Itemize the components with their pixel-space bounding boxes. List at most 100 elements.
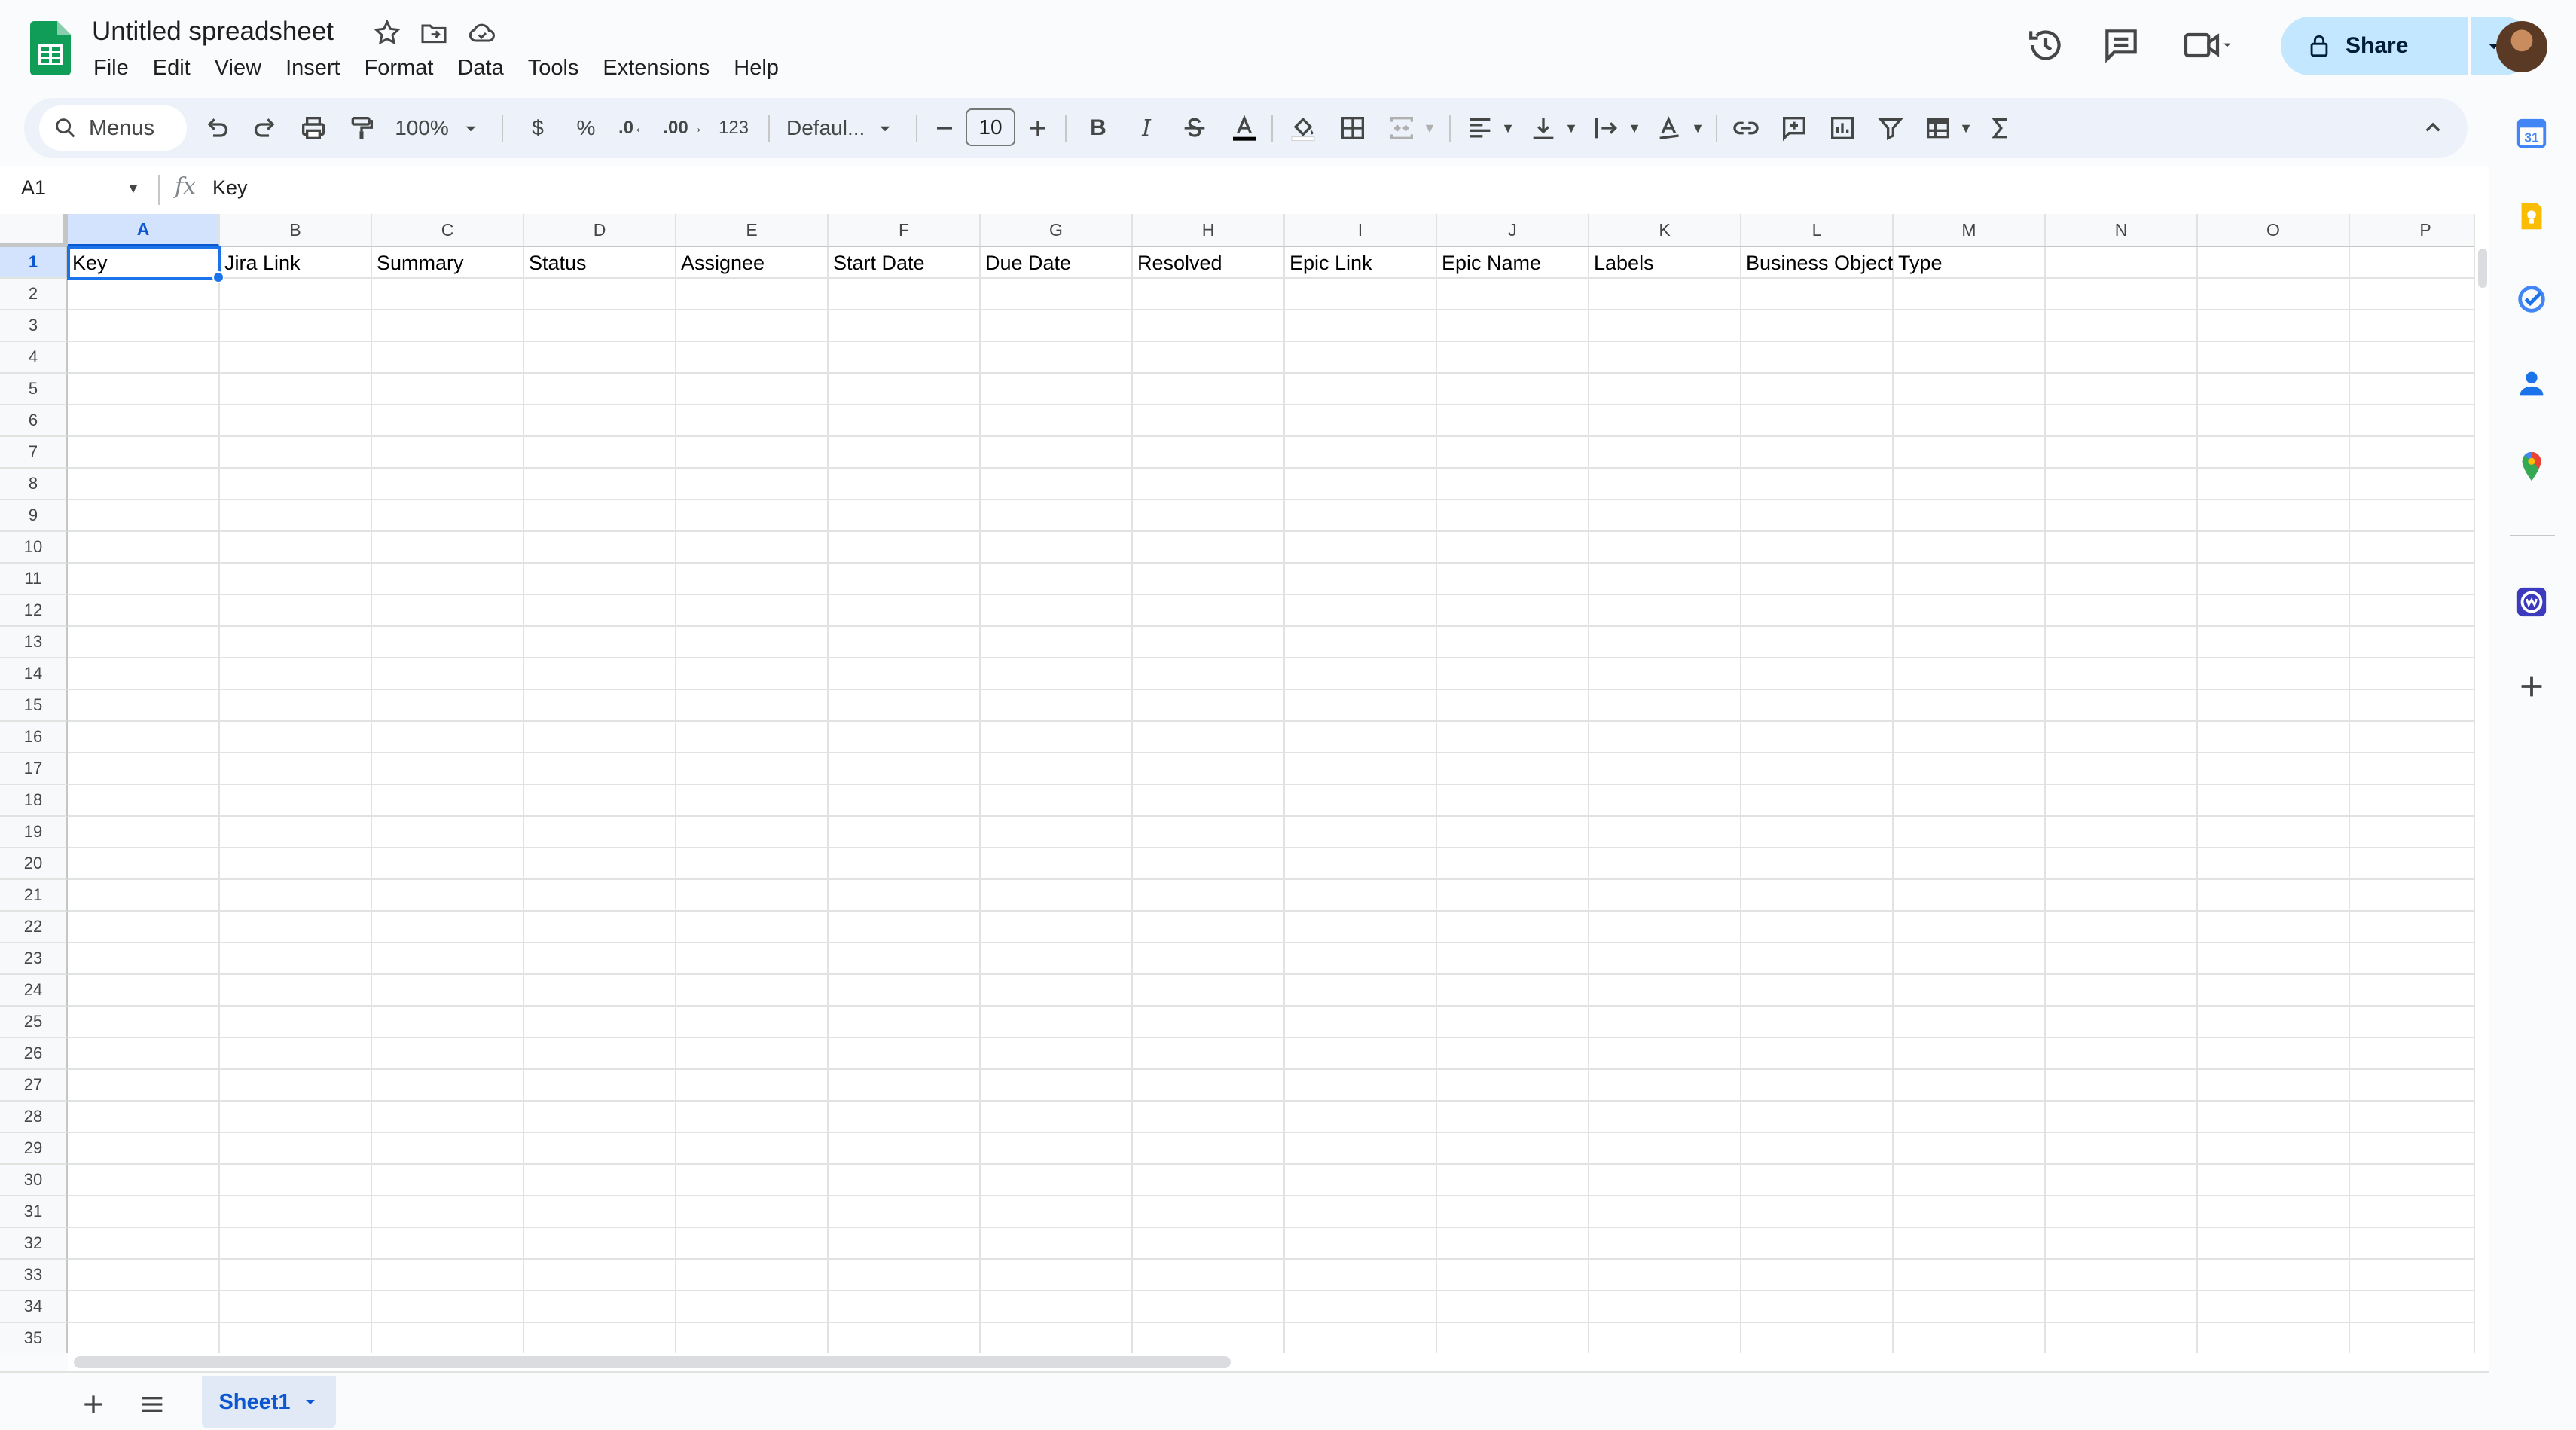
- cell[interactable]: [220, 1196, 372, 1228]
- cell[interactable]: [676, 595, 829, 627]
- cell[interactable]: [1589, 912, 1741, 943]
- cell[interactable]: [220, 880, 372, 912]
- cell[interactable]: [1437, 437, 1589, 469]
- cell[interactable]: [1437, 943, 1589, 975]
- row-header[interactable]: 4: [0, 342, 68, 374]
- cell[interactable]: [829, 880, 981, 912]
- cell[interactable]: [220, 469, 372, 500]
- cell[interactable]: [68, 658, 220, 690]
- cell[interactable]: [220, 595, 372, 627]
- cell[interactable]: [2350, 975, 2474, 1007]
- cell[interactable]: [372, 374, 524, 405]
- cell[interactable]: [220, 658, 372, 690]
- menu-file[interactable]: File: [81, 53, 141, 86]
- cell[interactable]: [2350, 627, 2474, 658]
- name-box[interactable]: A1: [21, 176, 46, 200]
- row-header[interactable]: 33: [0, 1260, 68, 1291]
- merge-cells-button[interactable]: ▼: [1383, 112, 1440, 145]
- cell[interactable]: [220, 848, 372, 880]
- cell[interactable]: [1437, 279, 1589, 310]
- cell[interactable]: [1589, 627, 1741, 658]
- cell[interactable]: [1437, 1228, 1589, 1260]
- cell[interactable]: [981, 690, 1133, 722]
- functions-button[interactable]: [1982, 112, 2019, 145]
- sheet-caret-icon[interactable]: [301, 1393, 319, 1411]
- cell[interactable]: [1741, 817, 1894, 848]
- cell[interactable]: [372, 342, 524, 374]
- cell[interactable]: [1894, 564, 2046, 595]
- cell[interactable]: [829, 1228, 981, 1260]
- column-header[interactable]: H: [1133, 214, 1285, 247]
- cell[interactable]: [1437, 1196, 1589, 1228]
- cell[interactable]: [220, 722, 372, 753]
- cell[interactable]: [1285, 405, 1437, 437]
- cell[interactable]: [1285, 1133, 1437, 1165]
- cell[interactable]: [524, 405, 676, 437]
- cell[interactable]: [68, 374, 220, 405]
- cell[interactable]: [2046, 1291, 2198, 1323]
- cell[interactable]: [829, 658, 981, 690]
- column-header[interactable]: J: [1437, 214, 1589, 247]
- cell[interactable]: [829, 943, 981, 975]
- cell[interactable]: [2350, 1133, 2474, 1165]
- select-all-corner[interactable]: [0, 214, 68, 247]
- cell[interactable]: [220, 564, 372, 595]
- cell[interactable]: [829, 1102, 981, 1133]
- cell[interactable]: [1741, 658, 1894, 690]
- fill-color-button[interactable]: [1283, 112, 1323, 145]
- get-addons-plus-icon[interactable]: [2514, 669, 2549, 704]
- row-header[interactable]: 7: [0, 437, 68, 469]
- cell[interactable]: [1741, 405, 1894, 437]
- cell[interactable]: [981, 374, 1133, 405]
- cell[interactable]: [372, 1102, 524, 1133]
- cell[interactable]: [1589, 1133, 1741, 1165]
- cell[interactable]: [220, 1102, 372, 1133]
- cell[interactable]: [68, 817, 220, 848]
- cell[interactable]: [1133, 1133, 1285, 1165]
- cell[interactable]: [1589, 342, 1741, 374]
- cell[interactable]: [829, 1070, 981, 1102]
- cell[interactable]: [676, 848, 829, 880]
- cell[interactable]: [2046, 1133, 2198, 1165]
- cell[interactable]: [829, 1133, 981, 1165]
- vertical-align-button[interactable]: ▼: [1525, 112, 1582, 145]
- cell[interactable]: [68, 753, 220, 785]
- row-header[interactable]: 5: [0, 374, 68, 405]
- cell[interactable]: [1285, 817, 1437, 848]
- cell[interactable]: Jira Link: [220, 247, 372, 279]
- cell[interactable]: [676, 1323, 829, 1353]
- cell[interactable]: [1285, 627, 1437, 658]
- cell[interactable]: [1285, 1038, 1437, 1070]
- cell[interactable]: [372, 1260, 524, 1291]
- cell[interactable]: [1133, 469, 1285, 500]
- bold-button[interactable]: B: [1082, 112, 1115, 145]
- cell[interactable]: [2046, 817, 2198, 848]
- cell[interactable]: [2046, 342, 2198, 374]
- cell[interactable]: [981, 975, 1133, 1007]
- row-header[interactable]: 35: [0, 1323, 68, 1353]
- cell[interactable]: [2046, 627, 2198, 658]
- cell[interactable]: [829, 753, 981, 785]
- cell[interactable]: [524, 785, 676, 817]
- row-header[interactable]: 21: [0, 880, 68, 912]
- cell[interactable]: [2198, 1196, 2350, 1228]
- column-header[interactable]: N: [2046, 214, 2198, 247]
- cell[interactable]: [68, 880, 220, 912]
- cell[interactable]: [2198, 1260, 2350, 1291]
- cell[interactable]: [2198, 405, 2350, 437]
- cell[interactable]: [829, 595, 981, 627]
- cell[interactable]: [524, 848, 676, 880]
- cell[interactable]: [2046, 1007, 2198, 1038]
- decrease-decimal-button[interactable]: .0 ←: [610, 112, 657, 145]
- cell[interactable]: [829, 1260, 981, 1291]
- cell[interactable]: [1437, 1038, 1589, 1070]
- cell[interactable]: [2198, 1291, 2350, 1323]
- cell[interactable]: [829, 817, 981, 848]
- cell[interactable]: [1741, 722, 1894, 753]
- cell[interactable]: [676, 627, 829, 658]
- cell[interactable]: Epic Link: [1285, 247, 1437, 279]
- cell[interactable]: [981, 912, 1133, 943]
- cell[interactable]: [1133, 1038, 1285, 1070]
- row-header[interactable]: 2: [0, 279, 68, 310]
- cell[interactable]: [676, 975, 829, 1007]
